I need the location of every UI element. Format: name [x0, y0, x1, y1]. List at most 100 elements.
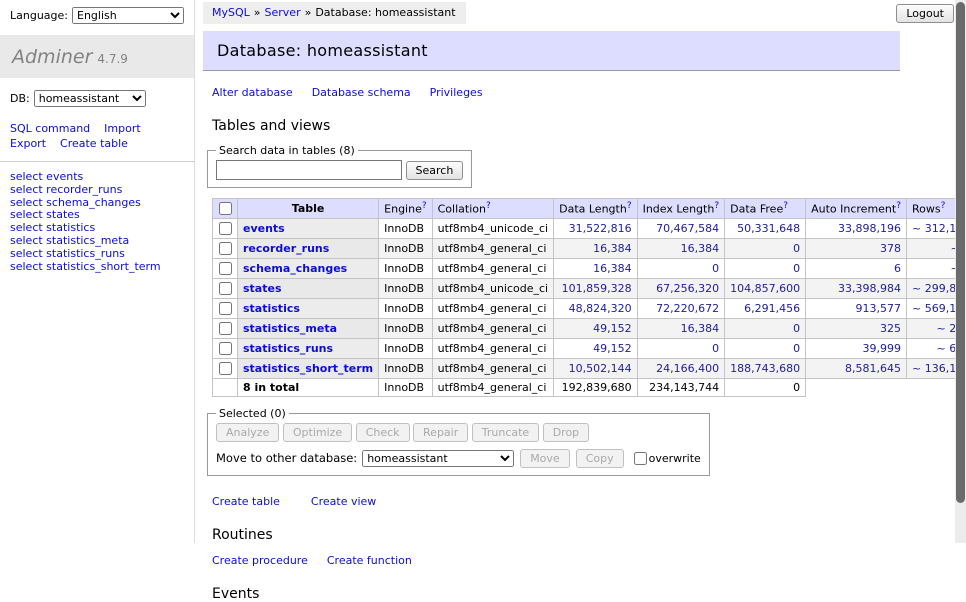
move-row: Move to other database: homeassistant Move… — [216, 449, 701, 468]
breadcrumb-mysql-link[interactable]: MySQL — [212, 6, 250, 19]
sidebar-export-link[interactable]: Export — [10, 136, 46, 151]
sidebar-item-select-statistics-meta[interactable]: select statistics_meta — [10, 235, 186, 248]
table-name-cell: recorder_runs — [238, 239, 379, 259]
row-checkbox[interactable] — [219, 222, 232, 235]
language-row: Language:English — [0, 0, 194, 30]
copy-button[interactable]: Copy — [576, 449, 624, 468]
sidebar: Language:English Adminer4.7.9 DB:homeass… — [0, 0, 195, 543]
create-table-link[interactable]: Create table — [212, 495, 280, 508]
total-collation-cell: utf8mb4_general_ci — [432, 379, 553, 397]
rows-help-link[interactable]: ? — [941, 201, 946, 211]
vertical-scrollbar[interactable] — [955, 0, 966, 543]
create-procedure-link[interactable]: Create procedure — [212, 554, 308, 567]
collation-cell: utf8mb4_general_ci — [432, 319, 553, 339]
breadcrumb-server-link[interactable]: Server — [265, 6, 301, 19]
create-function-link[interactable]: Create function — [327, 554, 412, 567]
move-button[interactable]: Move — [520, 449, 570, 468]
engine-help-link[interactable]: ? — [422, 201, 427, 211]
collation-cell: utf8mb4_general_ci — [432, 359, 553, 379]
sidebar-item-select-recorder-runs[interactable]: select recorder_runs — [10, 184, 186, 197]
truncate-button[interactable]: Truncate — [472, 423, 539, 442]
alter-database-link[interactable]: Alter database — [212, 86, 293, 99]
collation-cell: utf8mb4_general_ci — [432, 259, 553, 279]
index-length-cell: 0 — [637, 259, 725, 279]
table-link-statistics-runs[interactable]: statistics_runs — [243, 342, 333, 355]
auto-increment-help-link[interactable]: ? — [896, 201, 901, 211]
create-links: Create table Create view — [212, 495, 955, 508]
move-label: Move to other database: — [216, 451, 357, 465]
db-select[interactable]: homeassistant — [34, 90, 146, 107]
auto-increment-cell: 913,577 — [806, 299, 907, 319]
table-name-cell: events — [238, 219, 379, 239]
data-length-help-link[interactable]: ? — [627, 201, 632, 211]
data-free-help-link[interactable]: ? — [783, 201, 788, 211]
column-header-index-length: Index Length? — [637, 199, 725, 219]
collation-help-link[interactable]: ? — [486, 201, 491, 211]
logout-button[interactable]: Logout — [896, 4, 954, 23]
selected-buttons-row: Analyze Optimize Check Repair Truncate D… — [216, 423, 701, 442]
data-length-cell: 48,824,320 — [554, 299, 637, 319]
selected-legend: Selected (0) — [216, 407, 289, 420]
table-row-statistics-short-term: statistics_short_term InnoDB utf8mb4_gen… — [213, 359, 966, 379]
index-length-cell: 24,166,400 — [637, 359, 725, 379]
table-link-recorder-runs[interactable]: recorder_runs — [243, 242, 329, 255]
sidebar-item-select-statistics-runs[interactable]: select statistics_runs — [10, 248, 186, 261]
table-link-events[interactable]: events — [243, 222, 285, 235]
privileges-link[interactable]: Privileges — [430, 86, 483, 99]
row-checkbox[interactable] — [219, 242, 232, 255]
data-length-cell: 16,384 — [554, 239, 637, 259]
breadcrumb-current: Database: homeassistant — [315, 6, 455, 19]
create-view-link[interactable]: Create view — [311, 495, 376, 508]
language-select[interactable]: English — [72, 7, 184, 24]
sidebar-item-select-statistics-short-term[interactable]: select statistics_short_term — [10, 261, 186, 274]
sidebar-import-link[interactable]: Import — [104, 121, 141, 136]
engine-cell: InnoDB — [379, 319, 432, 339]
analyze-button[interactable]: Analyze — [216, 423, 279, 442]
auto-increment-cell: 33,398,984 — [806, 279, 907, 299]
table-link-statistics-meta[interactable]: statistics_meta — [243, 322, 337, 335]
search-input[interactable] — [216, 160, 402, 180]
table-link-schema-changes[interactable]: schema_changes — [243, 262, 347, 275]
move-database-select[interactable]: homeassistant — [362, 450, 514, 467]
scrollbar-thumb[interactable] — [956, 2, 965, 503]
tables-and-views-heading: Tables and views — [212, 118, 955, 134]
sidebar-sql-command-link[interactable]: SQL command — [10, 121, 90, 136]
auto-increment-cell: 378 — [806, 239, 907, 259]
data-free-cell: 0 — [725, 319, 806, 339]
sidebar-table-links: select events select recorder_runs selec… — [0, 171, 194, 273]
page-title: Database: homeassistant — [203, 31, 900, 71]
table-link-states[interactable]: states — [243, 282, 282, 295]
total-engine-cell: InnoDB — [379, 379, 432, 397]
index-length-help-link[interactable]: ? — [714, 201, 719, 211]
row-checkbox[interactable] — [219, 302, 232, 315]
table-row-statistics: statistics InnoDB utf8mb4_general_ci 48,… — [213, 299, 966, 319]
table-name-cell: statistics — [238, 299, 379, 319]
auto-increment-cell: 325 — [806, 319, 907, 339]
database-schema-link[interactable]: Database schema — [312, 86, 411, 99]
table-link-statistics[interactable]: statistics — [243, 302, 300, 315]
total-data-free-cell: 0 — [725, 379, 806, 397]
data-free-cell: 188,743,680 — [725, 359, 806, 379]
select-all-checkbox[interactable] — [219, 202, 232, 215]
check-button[interactable]: Check — [356, 423, 410, 442]
column-header-data-free: Data Free? — [725, 199, 806, 219]
total-trailing-empty-cell — [806, 379, 966, 397]
row-checkbox[interactable] — [219, 362, 232, 375]
sidebar-create-table-link[interactable]: Create table — [60, 136, 128, 151]
db-selector-row: DB:homeassistant — [0, 78, 194, 107]
row-checkbox[interactable] — [219, 342, 232, 355]
row-checkbox[interactable] — [219, 282, 232, 295]
row-checkbox[interactable] — [219, 322, 232, 335]
search-button[interactable]: Search — [406, 161, 464, 180]
sidebar-item-select-events[interactable]: select events — [10, 171, 186, 184]
table-link-statistics-short-term[interactable]: statistics_short_term — [243, 362, 373, 375]
optimize-button[interactable]: Optimize — [283, 423, 352, 442]
engine-cell: InnoDB — [379, 259, 432, 279]
breadcrumb-separator: » — [305, 6, 312, 19]
row-checkbox[interactable] — [219, 262, 232, 275]
search-fieldset: Search data in tables (8) Search — [207, 144, 472, 188]
drop-button[interactable]: Drop — [543, 423, 589, 442]
repair-button[interactable]: Repair — [413, 423, 468, 442]
collation-cell: utf8mb4_general_ci — [432, 299, 553, 319]
overwrite-checkbox[interactable] — [634, 452, 647, 465]
